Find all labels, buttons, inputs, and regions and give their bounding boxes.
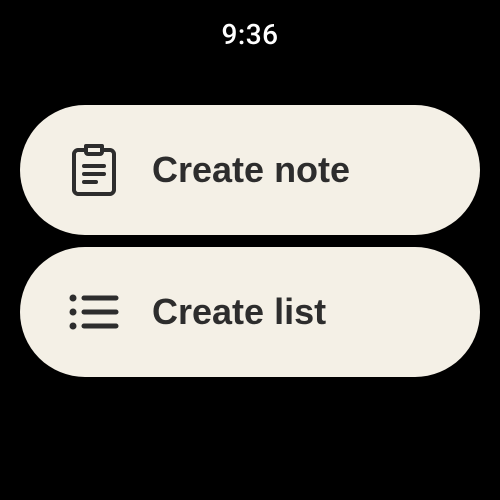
create-note-label: Create note	[152, 149, 350, 191]
actions-container: Create note Create list	[20, 105, 480, 377]
create-note-button[interactable]: Create note	[20, 105, 480, 235]
create-list-button[interactable]: Create list	[20, 247, 480, 377]
status-time: 9:36	[221, 18, 278, 51]
clipboard-note-icon	[68, 144, 120, 196]
list-icon	[68, 286, 120, 338]
create-list-label: Create list	[152, 291, 326, 333]
